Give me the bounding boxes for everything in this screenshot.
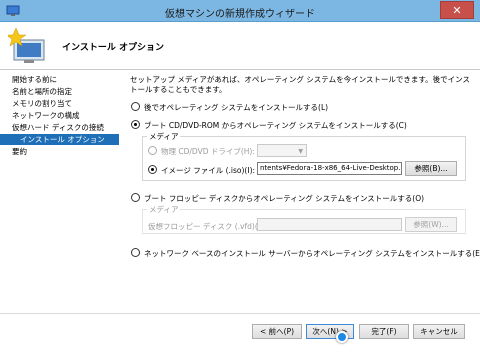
cd-media-title: メディア xyxy=(147,131,181,142)
wizard-steps: 開始する前に 名前と場所の指定 メモリの割り当て ネットワークの構成 仮想ハード… xyxy=(0,71,124,313)
step-summary[interactable]: 要約 xyxy=(12,146,27,157)
step-virtual-disk[interactable]: 仮想ハード ディスクの接続 xyxy=(12,122,104,133)
browse-vfd-button[interactable]: 参照(W)... xyxy=(405,217,457,232)
install-options-panel: セットアップ メディアがあれば、オペレーティング システムを今インストールできま… xyxy=(126,71,480,313)
label-install-later: 後でオペレーティング システムをインストールする(L) xyxy=(144,103,329,112)
mouse-cursor-icon xyxy=(336,331,348,343)
image-file-input[interactable]: ntents¥Fedora-18-x86_64-Live-Desktop.iso xyxy=(257,162,402,175)
physical-drive-select[interactable]: ▼ xyxy=(257,144,307,157)
description-text: セットアップ メディアがあれば、オペレーティング システムを今インストールできま… xyxy=(130,75,471,94)
step-network[interactable]: ネットワークの構成 xyxy=(12,110,80,121)
wizard-body: 開始する前に 名前と場所の指定 メモリの割り当て ネットワークの構成 仮想ハード… xyxy=(0,71,480,356)
radio-install-cd[interactable] xyxy=(131,120,140,129)
footer-divider xyxy=(0,313,480,314)
computer-wizard-icon xyxy=(8,27,45,63)
label-install-network: ネットワーク ベースのインストール サーバーからオペレーティング システムをイン… xyxy=(144,249,480,258)
finish-button[interactable]: 完了(F) xyxy=(359,324,409,339)
radio-install-later[interactable] xyxy=(131,102,140,111)
vfd-input[interactable] xyxy=(257,218,402,231)
radio-install-network[interactable] xyxy=(131,248,140,257)
close-button[interactable]: ✕ xyxy=(440,1,474,19)
floppy-media-title: メディア xyxy=(147,204,181,215)
label-vfd: 仮想フロッピー ディスク (.vfd)(V): xyxy=(148,222,269,231)
radio-install-floppy[interactable] xyxy=(131,193,140,202)
step-memory[interactable]: メモリの割り当て xyxy=(12,98,72,109)
step-install-options[interactable]: インストール オプション xyxy=(0,134,119,145)
label-physical-drive: 物理 CD/DVD ドライブ(H): xyxy=(161,147,255,156)
step-name-location[interactable]: 名前と場所の指定 xyxy=(12,86,72,97)
radio-physical-drive[interactable] xyxy=(148,146,157,155)
title-bar: 仮想マシンの新規作成ウィザード ✕ xyxy=(0,0,480,22)
wizard-header: インストール オプション xyxy=(0,22,480,70)
browse-iso-button[interactable]: 参照(B)... xyxy=(405,161,457,176)
window-title: 仮想マシンの新規作成ウィザード xyxy=(165,9,315,20)
label-image-file: イメージ ファイル (.iso)(I): xyxy=(161,166,256,175)
radio-image-file[interactable] xyxy=(148,165,157,174)
cancel-button[interactable]: キャンセル xyxy=(413,324,465,339)
chevron-down-icon: ▼ xyxy=(298,148,303,155)
back-button[interactable]: < 前へ(P) xyxy=(252,324,302,339)
label-install-cd: ブート CD/DVD-ROM からオペレーティング システムをインストールする(… xyxy=(144,121,407,130)
label-install-floppy: ブート フロッピー ディスクからオペレーティング システムをインストールする(O… xyxy=(144,194,425,203)
step-before-you-begin[interactable]: 開始する前に xyxy=(12,74,57,85)
page-title: インストール オプション xyxy=(62,43,164,53)
